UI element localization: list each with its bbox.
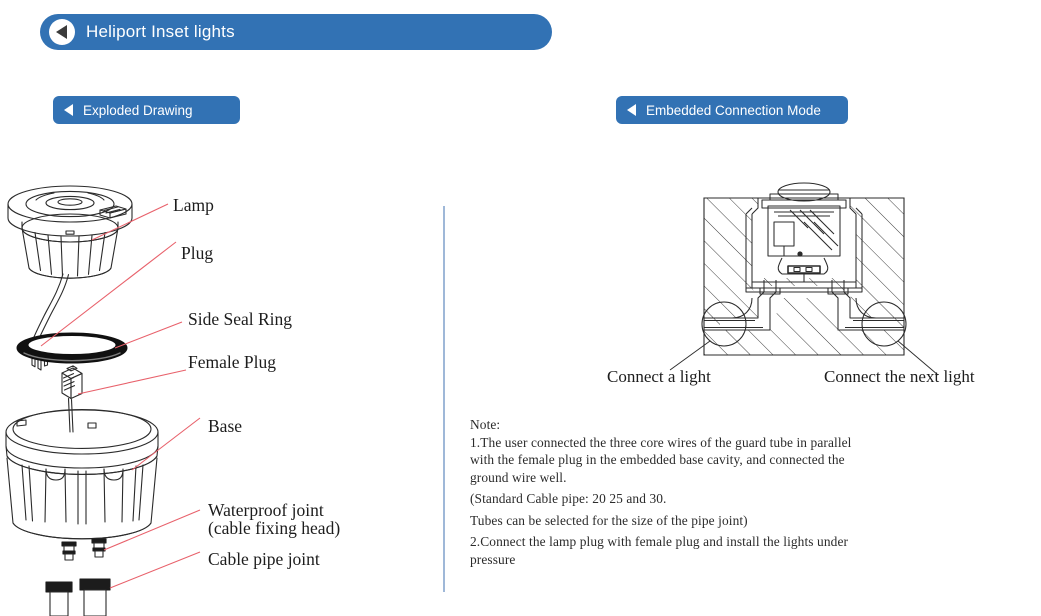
notes-line-3: ground wire well. bbox=[470, 469, 567, 485]
caption-connect-a-light: Connect a light bbox=[607, 367, 711, 386]
exploded-label-base: Base bbox=[208, 416, 242, 436]
tab-embedded-connection-mode[interactable]: Embedded Connection Mode bbox=[616, 96, 848, 124]
base-part bbox=[5, 409, 159, 540]
exploded-label-side-seal-ring: Side Seal Ring bbox=[188, 309, 292, 329]
exploded-label-waterproof-joint: Waterproof joint bbox=[208, 500, 324, 520]
exploded-label-cable-pipe-joint: Cable pipe joint bbox=[208, 549, 320, 569]
tab-embedded-connection-mode-label: Embedded Connection Mode bbox=[646, 102, 821, 118]
caption-connect-the-next-light: Connect the next light bbox=[824, 367, 975, 386]
section-ground-body bbox=[669, 182, 939, 376]
back-triangle-icon bbox=[627, 104, 636, 116]
embedded-caption-group: Connect a light Connect the next light bbox=[607, 367, 975, 386]
exploded-label-cable-fixing-head: (cable fixing head) bbox=[208, 518, 340, 538]
leader-lines bbox=[40, 203, 201, 589]
exploded-label-lamp: Lamp bbox=[173, 195, 214, 215]
female-plug-part bbox=[61, 365, 83, 433]
tab-exploded-drawing-label: Exploded Drawing bbox=[83, 102, 193, 118]
back-triangle-glyph bbox=[55, 25, 67, 39]
page-title: Heliport Inset lights bbox=[86, 22, 235, 41]
exploded-label-female-plug: Female Plug bbox=[188, 352, 276, 372]
notes-block: Note: 1.The user connected the three cor… bbox=[470, 416, 1035, 568]
back-triangle-icon bbox=[64, 104, 73, 116]
notes-line-7: pressure bbox=[470, 551, 516, 567]
waterproof-joint-part bbox=[61, 538, 107, 561]
exploded-label-group: Lamp Plug Side Seal Ring Female Plug Bas… bbox=[173, 195, 340, 569]
cable-pipe-joint-part bbox=[45, 578, 111, 616]
page-title-bar[interactable]: Heliport Inset lights bbox=[40, 14, 552, 50]
vertical-divider bbox=[443, 206, 445, 592]
notes-line-4: (Standard Cable pipe: 20 25 and 30. bbox=[470, 491, 667, 506]
exploded-drawing-figure: Lamp Plug Side Seal Ring Female Plug Bas… bbox=[0, 170, 440, 616]
notes-heading: Note: bbox=[470, 417, 501, 432]
exploded-label-plug: Plug bbox=[181, 243, 213, 263]
notes-line-1: 1.The user connected the three core wire… bbox=[470, 434, 852, 450]
notes-line-6: 2.Connect the lamp plug with female plug… bbox=[470, 534, 849, 549]
embedded-connection-figure: Connect a light Connect the next light bbox=[452, 170, 1041, 400]
tab-exploded-drawing[interactable]: Exploded Drawing bbox=[53, 96, 240, 124]
notes-line-5: Tubes can be selected for the size of th… bbox=[470, 512, 748, 528]
notes-line-2: with the female plug in the embedded bas… bbox=[470, 452, 845, 467]
side-seal-ring-part bbox=[16, 332, 128, 364]
back-triangle-icon[interactable] bbox=[49, 19, 75, 45]
